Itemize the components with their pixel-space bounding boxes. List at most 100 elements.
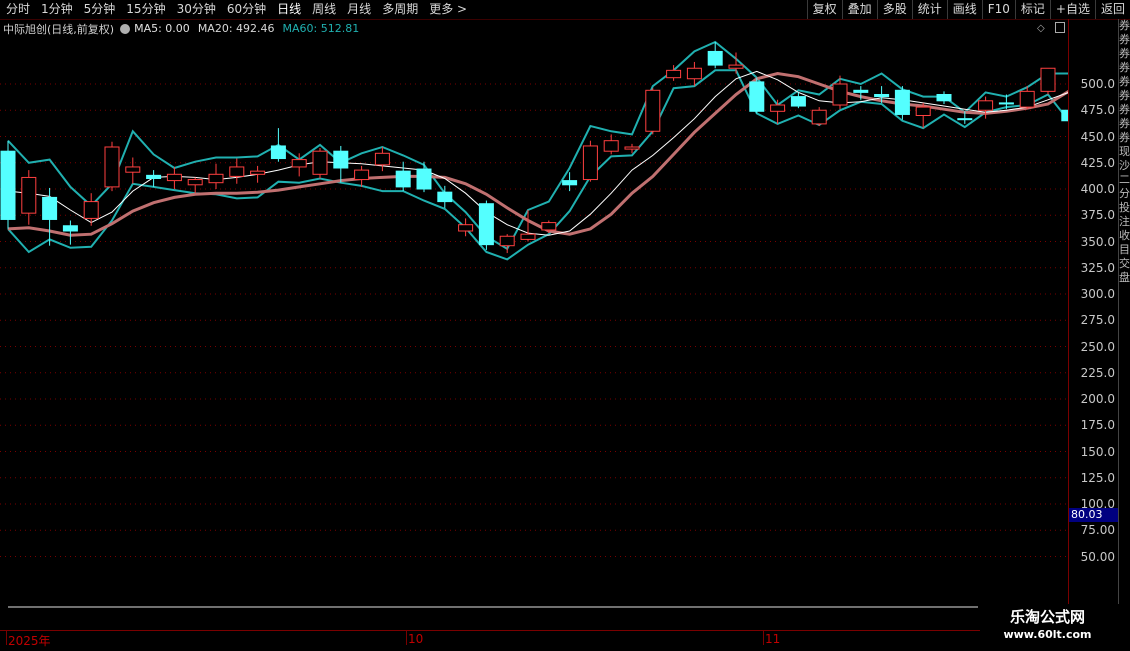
price-label: 300.0 [1080, 287, 1115, 301]
price-label: 500.0 [1080, 77, 1115, 91]
price-label: 475.0 [1080, 103, 1115, 118]
side-strip-char: 券 [1119, 117, 1130, 130]
candle-body [270, 145, 286, 160]
candle-body [333, 150, 349, 169]
candle-body [874, 94, 890, 98]
candle-body [707, 50, 723, 66]
price-label: 200.0 [1080, 392, 1115, 406]
time-axis: 2025年 10 11 [0, 630, 980, 651]
side-strip-char: 注 [1119, 215, 1130, 228]
candle-body [832, 83, 848, 106]
side-strip-char: 盘 [1119, 271, 1130, 284]
price-label: 400.0 [1080, 182, 1115, 196]
candle-body [374, 152, 390, 166]
candle-body [83, 201, 99, 219]
price-label: 375.0 [1080, 208, 1115, 223]
candle-body [437, 191, 453, 203]
price-label: 425.0 [1080, 155, 1115, 170]
side-strip-char: 投 [1119, 201, 1130, 214]
candle-body [562, 180, 578, 186]
candle-body [936, 94, 952, 102]
candle-body [978, 100, 994, 111]
candle-body [749, 81, 765, 112]
price-label: 325.0 [1080, 260, 1115, 275]
date-label: 10 [408, 632, 424, 646]
watermark-title: 乐淘公式网 [1009, 608, 1085, 626]
date-tick [406, 631, 407, 645]
price-label: 75.00 [1080, 523, 1115, 538]
candle-body [291, 159, 307, 168]
side-strip-char: 二 [1119, 173, 1130, 186]
candle-body [62, 225, 78, 232]
watermark-url: www.60lt.com [1003, 628, 1092, 641]
price-label: 150.0 [1080, 444, 1115, 459]
candle-body [478, 203, 494, 246]
side-strip-char: 目 [1119, 243, 1130, 256]
side-strip-char: 券 [1119, 33, 1130, 46]
band-upper-line [7, 40, 1068, 251]
date-label: 2025年 [8, 634, 51, 648]
candle-body [582, 145, 598, 181]
candle-body [458, 224, 474, 232]
candle-body [499, 235, 515, 247]
price-label: 450.0 [1080, 129, 1115, 144]
candle-body [520, 233, 536, 240]
price-label: 275.0 [1080, 313, 1115, 328]
candle-body [728, 64, 744, 69]
date-tick [763, 631, 764, 645]
candle-body [187, 179, 203, 186]
watermark: 乐淘公式网 www.60lt.com [985, 607, 1110, 649]
side-strip-char: 交 [1119, 257, 1130, 270]
price-label: 175.0 [1080, 418, 1115, 433]
candle-body [853, 89, 869, 93]
candle-body [312, 150, 328, 175]
candle-body [790, 96, 806, 107]
candle-body [1040, 67, 1056, 92]
side-strip-char: 收 [1119, 229, 1130, 242]
date-tick [6, 631, 7, 645]
candle-body [645, 89, 661, 132]
side-strip-char: 券 [1119, 131, 1130, 144]
candle-body [250, 170, 266, 175]
candle-body [395, 170, 411, 188]
price-label: 250.0 [1080, 339, 1115, 354]
candle-body [770, 104, 786, 112]
candle-body [42, 196, 58, 220]
candle-body [1019, 90, 1035, 108]
kline-chart[interactable] [0, 0, 1068, 630]
side-strip-char: 券 [1119, 103, 1130, 116]
side-strip-char: 券 [1119, 89, 1130, 102]
current-price-badge: 80.03 [1069, 508, 1119, 522]
candle-body [998, 102, 1014, 105]
candle-body [104, 146, 120, 188]
candle-body [811, 109, 827, 125]
side-strip-char: 券 [1119, 47, 1130, 60]
candle-body [666, 69, 682, 79]
candle-body [125, 166, 141, 173]
candle-body [229, 166, 245, 177]
price-label: 50.00 [1080, 549, 1115, 564]
side-strip-char: 券 [1119, 75, 1130, 88]
candle-body [541, 222, 557, 231]
side-strip-char: 沙 [1119, 159, 1130, 172]
candle-body [416, 168, 432, 190]
candle-body [603, 140, 619, 152]
candle-body [21, 176, 37, 214]
price-label: 350.0 [1080, 234, 1115, 249]
side-info-strip: 券券券券券券券券券现沙二分投注收目交盘 [1118, 19, 1130, 604]
candle-body [957, 118, 973, 121]
price-label: 125.0 [1080, 470, 1115, 485]
candle-body [915, 106, 931, 116]
action-button-8[interactable]: 返回 [1094, 0, 1130, 19]
side-strip-char: 券 [1119, 19, 1130, 32]
candle-body [166, 173, 182, 182]
candle-body [894, 89, 910, 115]
candle-body [624, 146, 640, 150]
candle-body [686, 67, 702, 80]
side-strip-char: 现 [1119, 145, 1130, 158]
candle-body [354, 169, 370, 181]
candle-body [146, 174, 162, 180]
date-label: 11 [765, 632, 781, 646]
candle-body [208, 173, 224, 184]
side-strip-char: 券 [1119, 61, 1130, 74]
